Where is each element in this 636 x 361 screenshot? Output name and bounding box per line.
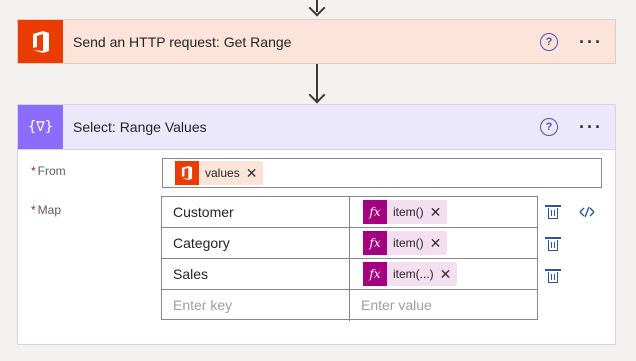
action-title: Select: Range Values xyxy=(73,119,207,135)
more-options-icon[interactable]: ··· xyxy=(579,33,603,51)
office-icon xyxy=(175,161,199,185)
data-operation-icon: {∇} xyxy=(27,119,54,135)
help-icon[interactable]: ? xyxy=(540,32,558,51)
expression-token[interactable]: fx item(...) ✕ xyxy=(363,262,458,286)
remove-token-icon[interactable]: ✕ xyxy=(430,235,448,252)
map-key-input[interactable]: Category xyxy=(173,235,230,251)
delete-row-icon[interactable] xyxy=(545,237,561,251)
required-mark: * xyxy=(31,164,36,178)
connector-arrow-top xyxy=(308,0,326,17)
map-key-input[interactable]: Sales xyxy=(173,266,208,282)
values-token[interactable]: values ✕ xyxy=(175,161,264,185)
help-icon[interactable]: ? xyxy=(540,118,558,136)
from-label-text: From xyxy=(37,164,66,178)
map-row: Sales fx item(...) ✕ xyxy=(162,259,537,290)
map-row-new: Enter key Enter value xyxy=(162,290,537,321)
data-operation-icon-box: {∇} xyxy=(18,105,63,149)
remove-token-icon[interactable]: ✕ xyxy=(246,165,264,182)
remove-token-icon[interactable]: ✕ xyxy=(430,204,448,221)
http-request-action-card[interactable]: Send an HTTP request: Get Range ? ··· xyxy=(17,19,616,64)
fx-icon: fx xyxy=(363,262,387,286)
map-label: * Map xyxy=(31,203,61,217)
more-options-icon[interactable]: ··· xyxy=(579,118,603,136)
column-divider xyxy=(349,228,350,258)
from-label: * From xyxy=(31,164,66,178)
expression-token[interactable]: fx item() ✕ xyxy=(363,231,448,255)
map-key-input[interactable]: Customer xyxy=(173,204,234,220)
token-label: item() xyxy=(393,236,424,250)
expression-token[interactable]: fx item() ✕ xyxy=(363,200,448,224)
delete-row-icon[interactable] xyxy=(545,269,561,283)
map-row: Customer fx item() ✕ xyxy=(162,197,537,228)
column-divider xyxy=(349,259,350,289)
switch-to-text-mode-icon[interactable] xyxy=(578,205,596,219)
token-label: values xyxy=(205,166,240,180)
column-divider xyxy=(349,197,350,227)
fx-icon: fx xyxy=(363,200,387,224)
connector-arrow-middle xyxy=(308,86,326,104)
fx-icon: fx xyxy=(363,231,387,255)
select-action-card[interactable]: {∇} Select: Range Values ? ··· xyxy=(17,104,616,150)
token-label: item() xyxy=(393,205,424,219)
map-value-placeholder[interactable]: Enter value xyxy=(361,297,432,313)
action-title: Send an HTTP request: Get Range xyxy=(73,33,292,50)
office-icon-box xyxy=(18,20,63,63)
map-row: Category fx item() ✕ xyxy=(162,228,537,259)
map-table: Customer fx item() ✕ Category fx item() … xyxy=(161,196,538,321)
map-key-placeholder[interactable]: Enter key xyxy=(173,297,232,313)
required-mark: * xyxy=(31,203,36,217)
column-divider xyxy=(349,290,350,321)
office-icon xyxy=(32,30,49,53)
token-label: item(...) xyxy=(393,267,434,281)
from-input[interactable]: values ✕ xyxy=(162,158,602,188)
remove-token-icon[interactable]: ✕ xyxy=(440,266,458,283)
map-label-text: Map xyxy=(37,203,62,217)
delete-row-icon[interactable] xyxy=(545,205,561,219)
